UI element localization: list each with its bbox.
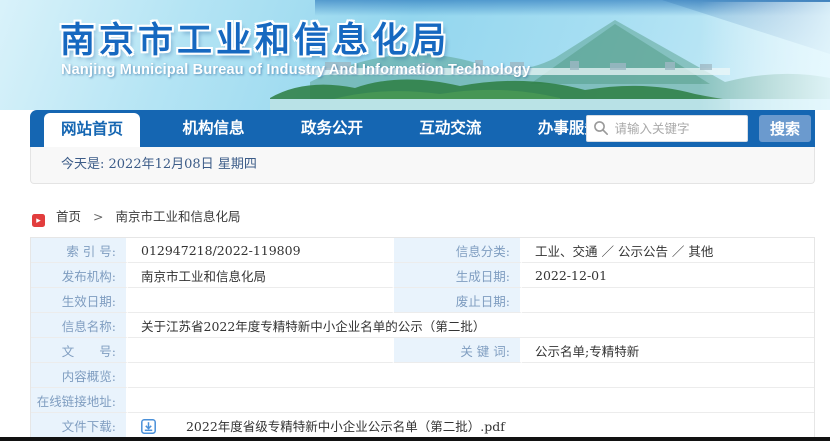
- field-label-publisher: 发布机构:: [31, 263, 128, 288]
- field-label-doc-no: 文 号:: [31, 338, 128, 363]
- field-value-index-no: 012947218/2022-119809: [128, 238, 394, 263]
- field-value-abolish-date: [522, 288, 814, 313]
- search-input[interactable]: [585, 115, 748, 142]
- tab-gov-affairs[interactable]: 政务公开: [287, 110, 377, 147]
- search-icon: [593, 121, 608, 135]
- field-value-gen-date: 2022-12-01: [522, 263, 814, 288]
- table-row: 发布机构: 南京市工业和信息化局 生成日期: 2022-12-01: [31, 263, 814, 288]
- field-value-info-class: 工业、交通 ／ 公示公告 ／ 其他: [522, 238, 814, 263]
- field-label-index-no: 索 引 号:: [31, 238, 128, 263]
- field-value-effective-date: [128, 288, 394, 313]
- tab-interaction[interactable]: 互动交流: [405, 110, 495, 147]
- field-value-online-link: [128, 388, 814, 413]
- field-label-effective-date: 生效日期:: [31, 288, 128, 313]
- table-row: 索 引 号: 012947218/2022-119809 信息分类: 工业、交通…: [31, 238, 814, 263]
- tab-org-info[interactable]: 机构信息: [168, 110, 258, 147]
- table-row: 文 号: 关 键 词: 公示名单;专精特新: [31, 338, 814, 363]
- search-button[interactable]: 搜索: [759, 115, 811, 142]
- site-title: 南京市工业和信息化局: [60, 21, 451, 60]
- field-label-online-link: 在线链接地址:: [31, 388, 128, 413]
- field-value-download: 2022年度省级专精特新中小企业公示名单（第二批）.pdf: [128, 413, 814, 438]
- tab-home[interactable]: 网站首页: [44, 113, 141, 147]
- site-header: 南京市工业和信息化局 Nanjing Municipal Bureau of I…: [0, 0, 830, 110]
- field-value-overview: [128, 363, 814, 388]
- table-row: 文件下载: 2022年度省级专精特新中小企业公示名单（第二批）.pdf: [31, 413, 814, 438]
- search-area: 搜索: [585, 115, 811, 142]
- field-label-overview: 内容概览:: [31, 363, 128, 388]
- breadcrumb: ▸ 首页 > 南京市工业和信息化局: [32, 206, 815, 227]
- field-label-abolish-date: 废止日期:: [394, 288, 522, 313]
- breadcrumb-home[interactable]: 首页: [56, 209, 81, 224]
- media-badge-icon: ▸: [32, 214, 45, 227]
- nav-tabs: 网站首页 机构信息 政务公开 互动交流 办事服务: [44, 110, 638, 147]
- table-row: 生效日期: 废止日期:: [31, 288, 814, 313]
- table-row: 在线链接地址:: [31, 388, 814, 413]
- field-label-info-class: 信息分类:: [394, 238, 522, 263]
- field-value-keywords: 公示名单;专精特新: [522, 338, 814, 363]
- field-value-doc-no: [128, 338, 394, 363]
- field-label-info-name: 信息名称:: [31, 313, 128, 338]
- breadcrumb-current[interactable]: 南京市工业和信息化局: [115, 209, 240, 224]
- site-subtitle: Nanjing Municipal Bureau of Industry And…: [61, 62, 531, 78]
- window-bottom-edge: [0, 437, 830, 441]
- date-bar: 今天是: 2022年12月08日 星期四: [30, 147, 815, 184]
- info-table: 索 引 号: 012947218/2022-119809 信息分类: 工业、交通…: [30, 237, 815, 438]
- field-label-download: 文件下载:: [31, 413, 128, 438]
- download-file-link[interactable]: 2022年度省级专精特新中小企业公示名单（第二批）.pdf: [186, 419, 505, 434]
- field-label-gen-date: 生成日期:: [394, 263, 522, 288]
- field-label-keywords: 关 键 词:: [394, 338, 522, 363]
- field-value-info-name: 关于江苏省2022年度专精特新中小企业名单的公示（第二批）: [128, 313, 814, 338]
- table-row: 内容概览:: [31, 363, 814, 388]
- breadcrumb-separator: >: [92, 209, 104, 224]
- main-nav: 网站首页 机构信息 政务公开 互动交流 办事服务 搜索: [30, 110, 815, 147]
- download-icon[interactable]: [141, 418, 156, 434]
- page: 南京市工业和信息化局 Nanjing Municipal Bureau of I…: [0, 0, 830, 443]
- field-value-publisher: 南京市工业和信息化局: [128, 263, 394, 288]
- table-row: 信息名称: 关于江苏省2022年度专精特新中小企业名单的公示（第二批）: [31, 313, 814, 338]
